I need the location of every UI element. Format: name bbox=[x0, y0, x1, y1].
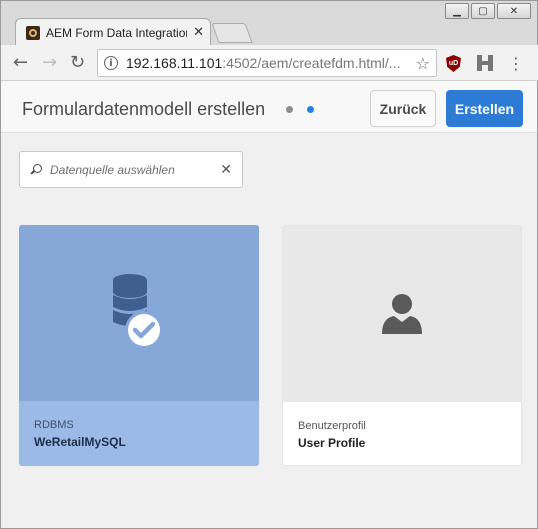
maximize-button[interactable]: ▢ bbox=[471, 3, 495, 19]
user-icon bbox=[382, 294, 422, 334]
data-source-card-rdbms[interactable]: RDBMS WeRetailMySQL bbox=[19, 225, 259, 466]
card-body: RDBMS WeRetailMySQL bbox=[19, 401, 259, 449]
page-title: Formulardatenmodell erstellen bbox=[22, 99, 266, 119]
ublock-icon[interactable]: uD bbox=[446, 55, 461, 72]
app-header: Formulardatenmodell erstellen Zurück Ers… bbox=[1, 81, 537, 133]
star-icon[interactable]: ☆ bbox=[416, 54, 430, 73]
data-source-search: ✕ bbox=[19, 151, 243, 188]
minimize-button[interactable]: ▁ bbox=[445, 3, 469, 19]
search-icon bbox=[30, 163, 42, 176]
search-input[interactable] bbox=[50, 162, 221, 177]
forward-icon[interactable]: → bbox=[42, 53, 57, 73]
back-button[interactable]: Zurück bbox=[370, 90, 436, 127]
browser-chrome: ▁ ▢ ✕ AEM Form Data Integration ✕ ← → ↻ … bbox=[0, 0, 538, 88]
back-icon[interactable]: ← bbox=[13, 53, 28, 73]
clear-icon[interactable]: ✕ bbox=[220, 162, 232, 178]
database-check-icon bbox=[113, 274, 163, 349]
card-thumbnail bbox=[283, 226, 521, 402]
menu-icon[interactable]: ⋮ bbox=[508, 54, 524, 73]
create-button[interactable]: Erstellen bbox=[446, 90, 523, 127]
browser-toolbar: ← → ↻ i 192.168.11.101:4502/aem/createfd… bbox=[1, 45, 538, 81]
card-title: User Profile bbox=[298, 436, 366, 450]
browser-tab[interactable]: AEM Form Data Integration ✕ bbox=[15, 18, 211, 46]
new-tab-button[interactable] bbox=[211, 23, 253, 43]
card-thumbnail bbox=[19, 225, 259, 401]
card-subtitle: Benutzerprofil bbox=[298, 420, 366, 432]
extension-h-icon[interactable] bbox=[477, 55, 493, 71]
tab-title: AEM Form Data Integration bbox=[46, 25, 188, 40]
tab-close-icon[interactable]: ✕ bbox=[193, 25, 204, 40]
step-indicator-2-active bbox=[307, 106, 314, 113]
window-controls: ▁ ▢ ✕ bbox=[445, 3, 531, 19]
window-close-button[interactable]: ✕ bbox=[497, 3, 531, 19]
info-icon[interactable]: i bbox=[104, 56, 118, 70]
app-content: Formulardatenmodell erstellen Zurück Ers… bbox=[0, 81, 538, 529]
aem-favicon-icon bbox=[26, 25, 40, 40]
card-subtitle: RDBMS bbox=[34, 419, 74, 431]
address-bar[interactable]: i 192.168.11.101:4502/aem/createfdm.html… bbox=[97, 49, 437, 77]
data-source-card-user-profile[interactable]: Benutzerprofil User Profile bbox=[282, 225, 522, 466]
reload-icon[interactable]: ↻ bbox=[70, 53, 85, 73]
url-text[interactable]: 192.168.11.101:4502/aem/createfdm.html/.… bbox=[126, 55, 410, 71]
card-title: WeRetailMySQL bbox=[34, 435, 126, 449]
step-indicator-1 bbox=[286, 106, 293, 113]
card-body: Benutzerprofil User Profile bbox=[283, 402, 521, 450]
